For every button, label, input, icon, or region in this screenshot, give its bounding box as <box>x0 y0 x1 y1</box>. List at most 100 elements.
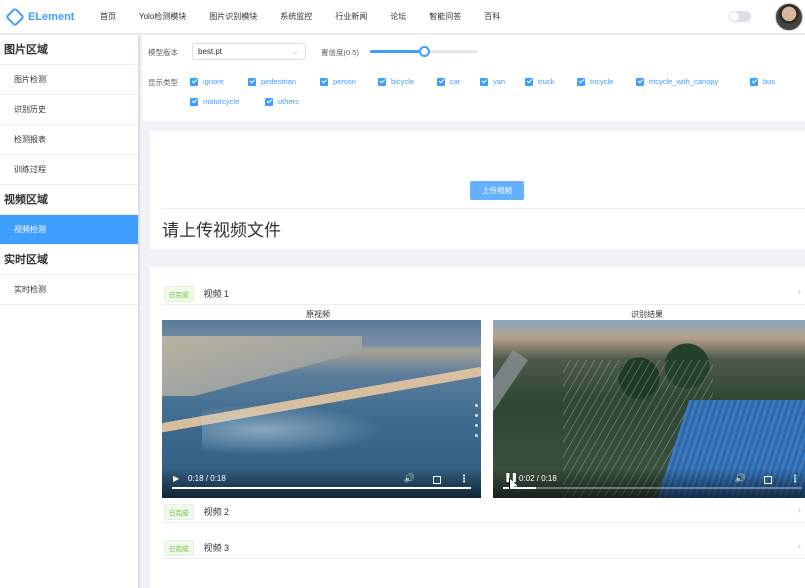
video-title: 视频 1 <box>203 289 230 299</box>
class-label: bus <box>763 77 776 86</box>
video-controls: ❚❚ 0:02 / 0:18 🔊 ⋮ <box>493 468 805 498</box>
sidebar-group-video: 视频区域 <box>0 185 138 215</box>
video-controls: ▶ 0:18 / 0:18 🔊 ⋮ <box>162 468 481 498</box>
detection-controls: 模型版本 best.pt ⌄ 置信度(0.5) 显示类型 ignore pede… <box>142 35 805 121</box>
video-row-2-header[interactable]: 已完成 视频 2 › <box>162 501 805 523</box>
checkbox-checked-icon <box>190 97 198 106</box>
result-video-player[interactable]: ❚❚ 0:02 / 0:18 🔊 ⋮ <box>493 320 805 498</box>
confidence-slider-fill <box>370 50 424 53</box>
chevron-down-icon: ⌄ <box>292 47 299 56</box>
main-nav: 首页 Yolo检测模块 图片识别模块 系统监控 行业新闻 论坛 智能问答 百科 <box>100 0 523 34</box>
more-options-icon[interactable]: ⋮ <box>459 474 469 485</box>
confidence-label: 置信度(0.5) <box>321 48 359 57</box>
beach-sand <box>162 336 362 396</box>
confidence-slider[interactable] <box>370 46 478 57</box>
class-label: car <box>450 77 461 86</box>
sidebar: 图片区域 图片检测 识别历史 检测报表 训练过程 视频区域 视频检测 实时区域 … <box>0 35 140 588</box>
nav-item-image-recognition[interactable]: 图片识别模块 <box>209 11 257 22</box>
video-progress-bar[interactable] <box>503 487 802 489</box>
class-checkbox-truck[interactable]: truck <box>525 77 554 86</box>
checkbox-checked-icon <box>378 77 386 86</box>
status-badge: 已完成 <box>164 285 194 302</box>
volume-icon[interactable]: 🔊 <box>404 473 415 484</box>
upload-dropzone[interactable]: 上传视频 <box>162 143 805 209</box>
class-checkbox-motorcycle[interactable]: motorcycle <box>190 97 239 106</box>
class-label: person <box>333 77 356 86</box>
sidebar-item-history[interactable]: 识别历史 <box>0 95 138 125</box>
video-progress-fill <box>503 487 536 489</box>
checkbox-checked-icon <box>577 77 585 86</box>
class-checkbox-person[interactable]: person <box>320 77 356 86</box>
class-label: van <box>493 77 506 86</box>
class-checkbox-tricycle-with-canopy[interactable]: tricycle_with_canopy <box>636 77 718 86</box>
class-label: motorcycle <box>203 97 240 106</box>
status-badge: 已完成 <box>164 539 194 556</box>
nav-item-home[interactable]: 首页 <box>100 11 116 22</box>
checkbox-checked-icon <box>437 77 445 86</box>
video-row-1-header[interactable]: 已完成 视频 1 › <box>162 283 805 305</box>
class-label: truck <box>538 77 555 86</box>
nav-item-wiki[interactable]: 百科 <box>484 11 500 22</box>
logo[interactable]: ELement <box>5 6 88 27</box>
class-checkbox-pedestrian[interactable]: pedestrian <box>248 77 296 86</box>
video-title: 视频 3 <box>203 543 230 553</box>
class-label: pedestrian <box>261 77 297 86</box>
wave-foam <box>202 400 402 460</box>
checkbox-checked-icon <box>480 77 488 86</box>
class-label: ignore <box>203 77 224 86</box>
top-navbar: ELement 首页 Yolo检测模块 图片识别模块 系统监控 行业新闻 论坛 … <box>0 0 805 34</box>
logo-text: ELement <box>28 10 75 23</box>
class-checkbox-bus[interactable]: bus <box>750 77 775 86</box>
video-progress-fill <box>172 487 471 489</box>
class-label: tricycle <box>590 77 614 86</box>
main-content: 模型版本 best.pt ⌄ 置信度(0.5) 显示类型 ignore pede… <box>142 35 805 588</box>
sidebar-item-training[interactable]: 训练过程 <box>0 155 138 185</box>
model-version-label: 模型版本 <box>148 48 178 57</box>
fullscreen-icon[interactable] <box>764 476 772 484</box>
video-time: 0:02 / 0:18 <box>519 474 557 483</box>
checkbox-checked-icon <box>320 77 328 86</box>
class-checkbox-others[interactable]: others <box>265 97 299 106</box>
class-checkbox-car[interactable]: car <box>437 77 460 86</box>
upload-video-button[interactable]: 上传视频 <box>470 181 524 200</box>
video-time: 0:18 / 0:18 <box>188 474 226 483</box>
class-label: tricycle_with_canopy <box>649 77 719 86</box>
sidebar-group-image: 图片区域 <box>0 35 138 65</box>
class-checkbox-van[interactable]: van <box>480 77 505 86</box>
nav-item-forum[interactable]: 论坛 <box>390 11 406 22</box>
fullscreen-icon[interactable] <box>433 476 441 484</box>
class-checkbox-bicycle[interactable]: bicycle <box>378 77 414 86</box>
volume-icon[interactable]: 🔊 <box>735 473 746 484</box>
class-checkbox-ignore[interactable]: ignore <box>190 77 224 86</box>
class-checkbox-tricycle[interactable]: tricycle <box>577 77 613 86</box>
play-icon[interactable]: ▶ <box>173 474 179 483</box>
sidebar-item-image-detect[interactable]: 图片检测 <box>0 65 138 95</box>
checkbox-checked-icon <box>265 97 273 106</box>
avatar[interactable] <box>775 3 803 31</box>
video-row-3-header[interactable]: 已完成 视频 3 › <box>162 537 805 559</box>
video-progress-bar[interactable] <box>172 487 471 489</box>
sidebar-item-report[interactable]: 检测报表 <box>0 125 138 155</box>
upload-hint: 请上传视频文件 <box>162 221 281 240</box>
checkbox-checked-icon <box>525 77 533 86</box>
nav-item-news[interactable]: 行业新闻 <box>335 11 367 22</box>
nav-item-qa[interactable]: 智能问答 <box>429 11 461 22</box>
original-video-player[interactable]: ▶ 0:18 / 0:18 🔊 ⋮ <box>162 320 481 498</box>
sidebar-item-realtime-detect[interactable]: 实时检测 <box>0 275 138 305</box>
display-type-label: 显示类型 <box>148 78 178 87</box>
nav-item-system-monitor[interactable]: 系统监控 <box>280 11 312 22</box>
sidebar-item-video-detect[interactable]: 视频检测 <box>0 215 138 245</box>
confidence-slider-handle[interactable] <box>419 46 430 57</box>
result-video-label: 识别结果 <box>631 310 663 319</box>
theme-toggle[interactable] <box>729 11 751 22</box>
upload-panel: 上传视频 请上传视频文件 <box>150 131 805 249</box>
checkbox-checked-icon <box>190 77 198 86</box>
class-label: bicycle <box>391 77 414 86</box>
sidebar-group-realtime: 实时区域 <box>0 245 138 275</box>
model-version-select[interactable]: best.pt ⌄ <box>192 43 306 60</box>
status-badge: 已完成 <box>164 503 194 520</box>
chevron-right-icon: › <box>797 505 801 516</box>
more-options-icon[interactable]: ⋮ <box>790 474 800 485</box>
nav-item-yolo[interactable]: Yolo检测模块 <box>139 11 186 22</box>
chevron-right-icon: › <box>797 541 801 552</box>
